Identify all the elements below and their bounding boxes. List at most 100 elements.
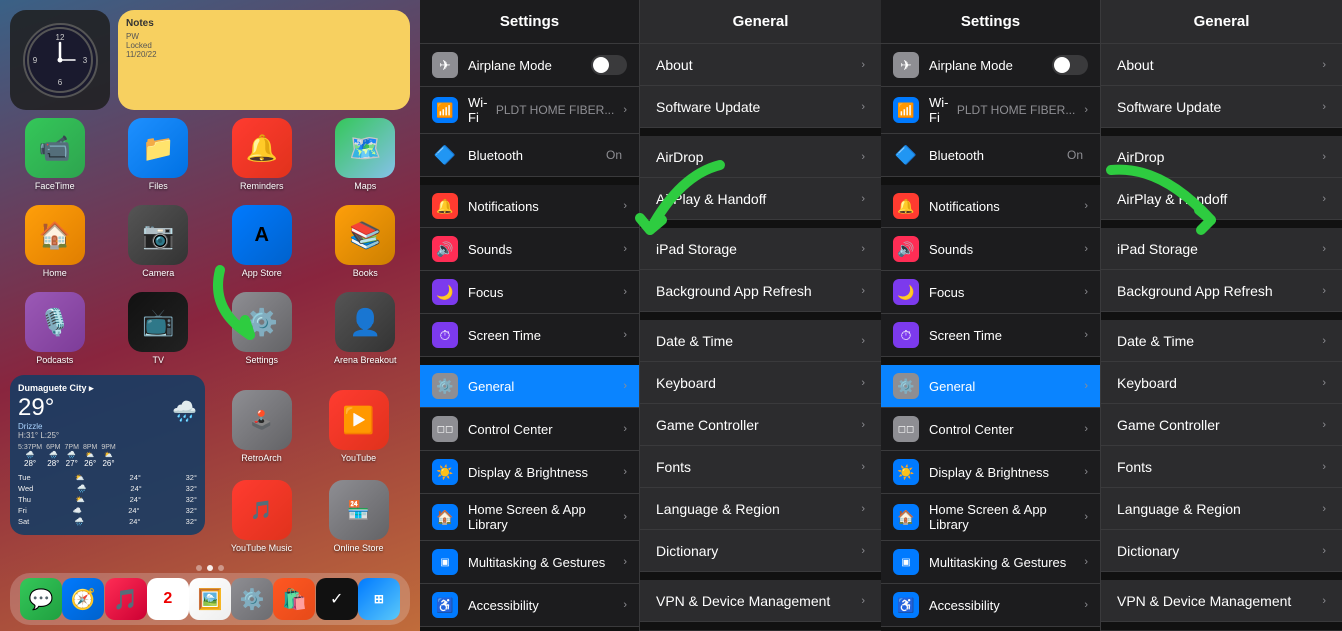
app-reminders[interactable]: 🔔 Reminders bbox=[217, 118, 307, 191]
app-home[interactable]: 🏠 Home bbox=[10, 205, 100, 278]
divider-3-left bbox=[420, 627, 639, 631]
dock-multi[interactable]: ⊞ bbox=[358, 578, 400, 620]
general-airplay-right[interactable]: AirPlay & Handoff › bbox=[1101, 178, 1342, 220]
settings-item-bluetooth-right[interactable]: 🔷 Bluetooth On bbox=[881, 134, 1100, 177]
dock-shopee[interactable]: 🛍️ bbox=[273, 578, 315, 620]
general-fonts-left[interactable]: Fonts › bbox=[640, 446, 881, 488]
general-keyboard-right[interactable]: Keyboard › bbox=[1101, 362, 1342, 404]
weather-hourly: 5:37PM🌧️28° 6PM🌧️28° 7PM🌧️27° 8PM⛅26° 9P… bbox=[18, 444, 197, 468]
general-ipadstorage-left[interactable]: iPad Storage › bbox=[640, 228, 881, 270]
app-retroarch[interactable]: 🕹️ RetroArch bbox=[220, 390, 303, 463]
settings-item-bluetooth-left[interactable]: 🔷 Bluetooth On bbox=[420, 134, 639, 177]
app-tv[interactable]: 📺 TV bbox=[114, 292, 204, 365]
screentime-icon-right: ⏱ bbox=[893, 322, 919, 348]
general-bgrefresh-left[interactable]: Background App Refresh › bbox=[640, 270, 881, 312]
settings-item-general-right[interactable]: ⚙️ General › bbox=[881, 365, 1100, 408]
general-dictionary-right[interactable]: Dictionary › bbox=[1101, 530, 1342, 572]
app-youtube[interactable]: ▶️ YouTube bbox=[317, 390, 400, 463]
general-language-right[interactable]: Language & Region › bbox=[1101, 488, 1342, 530]
general-keyboard-left[interactable]: Keyboard › bbox=[640, 362, 881, 404]
app-arena[interactable]: 👤 Arena Breakout bbox=[321, 292, 411, 365]
app-books[interactable]: 📚 Books bbox=[321, 205, 411, 278]
general-language-left[interactable]: Language & Region › bbox=[640, 488, 881, 530]
sounds-chevron-left: › bbox=[623, 243, 627, 255]
sounds-icon-left: 🔊 bbox=[432, 236, 458, 262]
weather-hour-4: 8PM⛅26° bbox=[83, 444, 97, 468]
general-softwareupdate-left[interactable]: Software Update › bbox=[640, 86, 881, 128]
general-chevron-right: › bbox=[1084, 380, 1088, 392]
app-facetime[interactable]: 📹 FaceTime bbox=[10, 118, 100, 191]
bluetooth-value-left: On bbox=[606, 148, 622, 162]
general-vpn-right[interactable]: VPN & Device Management › bbox=[1101, 580, 1342, 622]
app-camera[interactable]: 📷 Camera bbox=[114, 205, 204, 278]
notes-subtitle: Locked bbox=[126, 41, 402, 50]
general-about-right[interactable]: About › bbox=[1101, 44, 1342, 86]
books-icon: 📚 bbox=[335, 205, 395, 265]
settings-item-control-right[interactable]: ◻◻ Control Center › bbox=[881, 408, 1100, 451]
general-vpn-left[interactable]: VPN & Device Management › bbox=[640, 580, 881, 622]
dock-music[interactable]: 🎵 bbox=[105, 578, 147, 620]
general-bgrefresh-right[interactable]: Background App Refresh › bbox=[1101, 270, 1342, 312]
dock-nike[interactable]: ✓ bbox=[316, 578, 358, 620]
general-gamecontroller-left[interactable]: Game Controller › bbox=[640, 404, 881, 446]
settings-item-accessibility-right[interactable]: ♿ Accessibility › bbox=[881, 584, 1100, 627]
accessibility-icon-left: ♿ bbox=[432, 592, 458, 618]
app-ytmusic[interactable]: 🎵 YouTube Music bbox=[220, 480, 303, 553]
bluetooth-icon-left: 🔷 bbox=[432, 142, 458, 168]
settings-item-focus-right[interactable]: 🌙 Focus › bbox=[881, 271, 1100, 314]
settings-item-wifi-left[interactable]: 📶 Wi-Fi PLDT HOME FIBER... › bbox=[420, 87, 639, 134]
settings-item-multitasking-left[interactable]: ▣ Multitasking & Gestures › bbox=[420, 541, 639, 584]
settings-item-display-right[interactable]: ☀️ Display & Brightness › bbox=[881, 451, 1100, 494]
page-dot-1 bbox=[196, 565, 202, 571]
settings-item-control-left[interactable]: ◻◻ Control Center › bbox=[420, 408, 639, 451]
general-datetime-right[interactable]: Date & Time › bbox=[1101, 320, 1342, 362]
wifi-value-right: PLDT HOME FIBER... bbox=[957, 103, 1075, 117]
general-datetime-left[interactable]: Date & Time › bbox=[640, 320, 881, 362]
general-fonts-right[interactable]: Fonts › bbox=[1101, 446, 1342, 488]
general-about-left[interactable]: About › bbox=[640, 44, 881, 86]
app-maps[interactable]: 🗺️ Maps bbox=[321, 118, 411, 191]
general-ipadstorage-right[interactable]: iPad Storage › bbox=[1101, 228, 1342, 270]
dock-calendar[interactable]: 2 bbox=[147, 578, 189, 620]
settings-item-sounds-left[interactable]: 🔊 Sounds › bbox=[420, 228, 639, 271]
dock-systemprefs[interactable]: ⚙️ bbox=[231, 578, 273, 620]
general-label-right: General bbox=[929, 379, 1080, 394]
dock-photos[interactable]: 🖼️ bbox=[189, 578, 231, 620]
app-podcasts[interactable]: 🎙️ Podcasts bbox=[10, 292, 100, 365]
settings-item-airplane-left[interactable]: ✈ Airplane Mode bbox=[420, 44, 639, 87]
airplane-toggle-right[interactable] bbox=[1052, 55, 1088, 75]
general-list-left: About › Software Update › AirDrop › AirP… bbox=[640, 44, 881, 631]
settings-item-general-left[interactable]: ⚙️ General › bbox=[420, 365, 639, 408]
dock-safari[interactable]: 🧭 bbox=[62, 578, 104, 620]
settings-item-wifi-right[interactable]: 📶 Wi-Fi PLDT HOME FIBER... › bbox=[881, 87, 1100, 134]
gap-1-left bbox=[640, 128, 881, 136]
settings-item-multitasking-right[interactable]: ▣ Multitasking & Gestures › bbox=[881, 541, 1100, 584]
settings-item-homescreen-left[interactable]: 🏠 Home Screen & App Library › bbox=[420, 494, 639, 541]
general-airplay-left[interactable]: AirPlay & Handoff › bbox=[640, 178, 881, 220]
settings-item-accessibility-left[interactable]: ♿ Accessibility › bbox=[420, 584, 639, 627]
settings-item-screentime-left[interactable]: ⏱ Screen Time › bbox=[420, 314, 639, 357]
app-files[interactable]: 📁 Files bbox=[114, 118, 204, 191]
settings-item-notifications-right[interactable]: 🔔 Notifications › bbox=[881, 185, 1100, 228]
multitasking-label-right: Multitasking & Gestures bbox=[929, 555, 1080, 570]
general-airdrop-left[interactable]: AirDrop › bbox=[640, 136, 881, 178]
app-appstore[interactable]: A App Store bbox=[217, 205, 307, 278]
settings-item-screentime-right[interactable]: ⏱ Screen Time › bbox=[881, 314, 1100, 357]
general-dictionary-left[interactable]: Dictionary › bbox=[640, 530, 881, 572]
general-gamecontroller-right[interactable]: Game Controller › bbox=[1101, 404, 1342, 446]
dock-messages[interactable]: 💬 bbox=[20, 578, 62, 620]
airplane-toggle-left[interactable] bbox=[591, 55, 627, 75]
settings-item-focus-left[interactable]: 🌙 Focus › bbox=[420, 271, 639, 314]
reminders-icon: 🔔 bbox=[232, 118, 292, 178]
multitasking-icon-right: ▣ bbox=[893, 549, 919, 575]
general-airdrop-right[interactable]: AirDrop › bbox=[1101, 136, 1342, 178]
settings-item-airplane-right[interactable]: ✈ Airplane Mode bbox=[881, 44, 1100, 87]
app-onlinestore[interactable]: 🏪 Online Store bbox=[317, 480, 400, 553]
settings-item-notifications-left[interactable]: 🔔 Notifications › bbox=[420, 185, 639, 228]
settings-item-display-left[interactable]: ☀️ Display & Brightness › bbox=[420, 451, 639, 494]
settings-item-sounds-right[interactable]: 🔊 Sounds › bbox=[881, 228, 1100, 271]
settings-item-homescreen-right[interactable]: 🏠 Home Screen & App Library › bbox=[881, 494, 1100, 541]
app-settings[interactable]: ⚙️ Settings bbox=[217, 292, 307, 365]
general-softwareupdate-right[interactable]: Software Update › bbox=[1101, 86, 1342, 128]
homescreen-chevron-right: › bbox=[1084, 511, 1088, 523]
